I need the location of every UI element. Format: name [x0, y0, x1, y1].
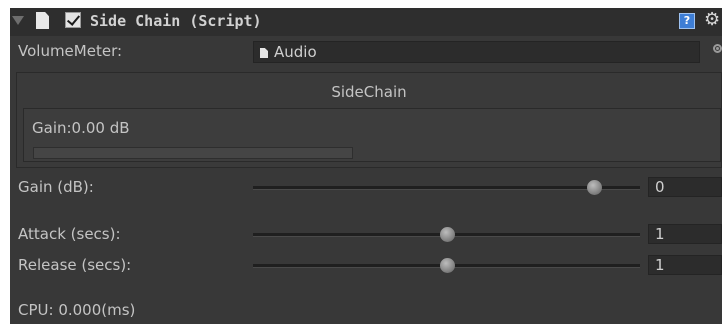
volume-meter-field[interactable]: Audio — [253, 41, 700, 63]
volume-meter-value: Audio — [274, 43, 317, 61]
gain-readout-box: Gain:0.00 dB — [23, 108, 721, 162]
attack-slider-track[interactable] — [253, 227, 640, 242]
attack-value-field[interactable]: 1 — [648, 224, 722, 244]
object-picker-icon[interactable] — [713, 44, 722, 53]
enabled-checkbox[interactable] — [65, 12, 81, 28]
gain-meter — [33, 147, 353, 159]
attack-slider-thumb[interactable] — [439, 227, 455, 242]
component-title: Side Chain (Script) — [90, 12, 262, 30]
component-header[interactable]: Side Chain (Script) ? ⚙ — [10, 8, 722, 36]
gain-slider-label: Gain (dB): — [18, 178, 94, 196]
cpu-usage-text: CPU: 0.000(ms) — [18, 301, 136, 319]
component-panel: Side Chain (Script) ? ⚙ VolumeMeter: Aud… — [10, 8, 722, 324]
checkmark-icon — [66, 12, 81, 26]
release-value-field[interactable]: 1 — [648, 255, 722, 275]
sidechain-box: SideChain Gain:0.00 dB — [16, 72, 722, 168]
audio-object-icon — [260, 48, 268, 58]
foldout-arrow-icon[interactable] — [12, 16, 24, 25]
attack-slider-label: Attack (secs): — [18, 225, 121, 243]
release-slider-label: Release (secs): — [18, 256, 132, 274]
gain-readout: Gain:0.00 dB — [32, 119, 130, 137]
gear-icon[interactable]: ⚙ — [704, 9, 720, 30]
release-slider-track[interactable] — [253, 258, 640, 273]
help-icon[interactable]: ? — [679, 13, 695, 29]
sidechain-title: SideChain — [331, 83, 407, 101]
gain-slider-track[interactable] — [253, 180, 640, 195]
release-slider-thumb[interactable] — [439, 258, 455, 273]
volume-meter-label: VolumeMeter: — [18, 42, 123, 60]
gain-value-field[interactable]: 0 — [648, 177, 722, 197]
script-file-icon — [36, 12, 49, 29]
gain-slider-thumb[interactable] — [586, 180, 602, 195]
